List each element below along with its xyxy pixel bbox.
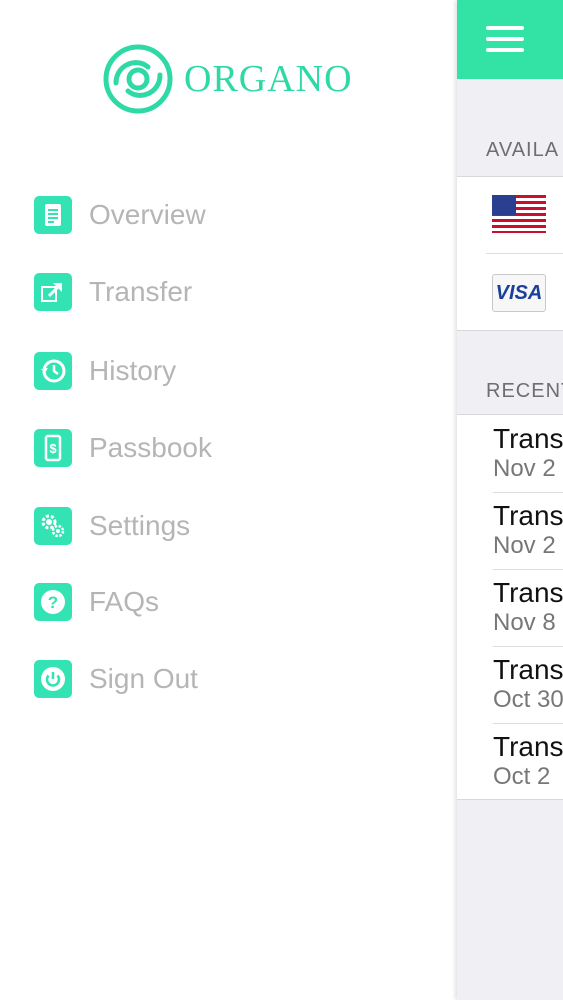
- organo-logo: ORGANO: [102, 42, 362, 116]
- transaction-row[interactable]: Trans Nov 2: [493, 415, 563, 493]
- document-icon: [34, 196, 72, 234]
- transaction-date: Nov 8: [493, 609, 556, 636]
- history-icon: [34, 352, 72, 390]
- transaction-title: Trans: [493, 731, 563, 762]
- available-section-header: AVAILA: [486, 139, 560, 161]
- recent-section-header: RECENT: [486, 380, 563, 402]
- phone-dollar-icon: $: [34, 429, 72, 467]
- transaction-title: Trans: [493, 500, 563, 531]
- menu-item-label: Sign Out: [89, 663, 198, 694]
- brand-name: ORGANO: [184, 58, 353, 100]
- organo-logo-icon: [103, 44, 173, 114]
- menu-item-transfer[interactable]: Transfer: [34, 267, 414, 317]
- question-icon: ?: [34, 583, 72, 621]
- menu-item-overview[interactable]: Overview: [34, 190, 414, 240]
- menu-item-label: Settings: [89, 510, 191, 541]
- account-row-visa[interactable]: VISA: [457, 254, 563, 330]
- power-icon: [34, 660, 72, 698]
- transaction-row[interactable]: Trans Nov 8: [493, 569, 563, 647]
- menu-item-history[interactable]: History: [34, 346, 414, 396]
- transaction-title: Trans: [493, 654, 563, 685]
- menu-item-settings[interactable]: Settings: [34, 501, 414, 551]
- transaction-row[interactable]: Trans Nov 2: [493, 492, 563, 570]
- menu-item-label: Overview: [89, 199, 206, 230]
- visa-card-icon: VISA: [492, 274, 546, 312]
- transaction-title: Trans: [493, 423, 563, 454]
- top-bar: [457, 0, 563, 79]
- main-panel[interactable]: AVAILA VISA RECENT Trans Nov 2 T: [457, 0, 563, 1000]
- navigation-drawer: ORGANO Overview Transfer History $ Passb: [0, 0, 457, 1000]
- transaction-row[interactable]: Trans Oct 30: [493, 646, 563, 724]
- transaction-date: Nov 2: [493, 532, 556, 559]
- hamburger-menu-icon[interactable]: [486, 26, 524, 52]
- recent-transactions: Trans Nov 2 Trans Nov 2 Trans Nov 8 Tran…: [457, 414, 563, 800]
- transfer-icon: [34, 273, 72, 311]
- menu-item-sign-out[interactable]: Sign Out: [34, 654, 414, 704]
- transaction-title: Trans: [493, 577, 563, 608]
- svg-text:$: $: [49, 441, 57, 456]
- svg-text:?: ?: [48, 593, 58, 612]
- us-flag-icon: [492, 195, 546, 233]
- transaction-date: Nov 2: [493, 455, 556, 482]
- gear-icon: [34, 507, 72, 545]
- account-row-usd[interactable]: [486, 177, 563, 254]
- menu-item-label: Transfer: [89, 276, 193, 307]
- available-cards: VISA: [457, 176, 563, 331]
- menu-item-passbook[interactable]: $ Passbook: [34, 423, 414, 473]
- menu-item-faqs[interactable]: ? FAQs: [34, 577, 414, 627]
- transaction-date: Oct 30: [493, 686, 563, 713]
- menu-item-label: FAQs: [89, 586, 160, 617]
- transaction-date: Oct 2: [493, 763, 551, 790]
- menu-item-label: Passbook: [89, 432, 212, 463]
- transaction-row[interactable]: Trans Oct 2: [493, 723, 563, 800]
- menu-item-label: History: [89, 355, 177, 386]
